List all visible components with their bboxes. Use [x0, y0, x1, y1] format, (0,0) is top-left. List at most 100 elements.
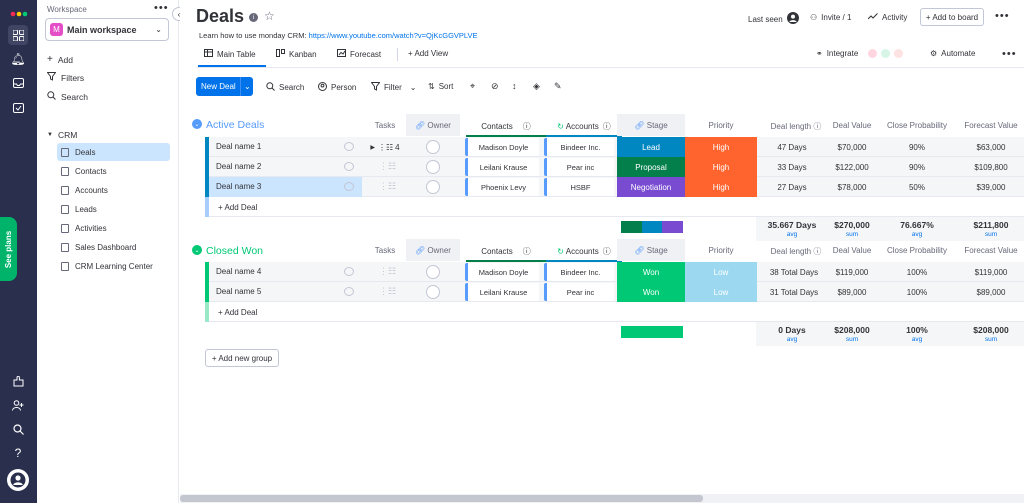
sidebar-item-crm-learning-center[interactable]: CRM Learning Center [57, 257, 170, 275]
deal-length-cell[interactable]: 27 Days [762, 179, 822, 195]
close-prob-cell[interactable]: 50% [880, 179, 954, 195]
forecast-cell[interactable]: $39,000 [958, 179, 1024, 195]
sidebar-item-contacts[interactable]: Contacts [57, 162, 170, 180]
owner-avatar[interactable] [426, 180, 440, 194]
subitems-icon[interactable]: ⋮☷ [379, 286, 396, 297]
stage-status[interactable]: Proposal [617, 157, 685, 177]
more-options-icon[interactable]: ••• [154, 2, 169, 14]
contact-chip[interactable]: Leilani Krause [465, 158, 539, 176]
pin-icon[interactable]: ⌖ [470, 81, 475, 92]
board-title[interactable]: Deals [196, 6, 244, 27]
deal-value-cell[interactable]: $119,000 [826, 264, 878, 280]
group-collapse-icon[interactable]: ⌄ [192, 245, 202, 255]
sort-button[interactable]: ⇅ Sort [428, 82, 453, 91]
priority-status[interactable]: High [685, 157, 757, 177]
stage-status[interactable]: Won [617, 282, 685, 302]
help-icon[interactable]: ? [8, 443, 28, 463]
learn-link[interactable]: https://www.youtube.com/watch?v=QjKcGGVP… [309, 31, 478, 40]
col-header-deal-length[interactable]: Deal length ⓘ [766, 121, 826, 132]
stage-status[interactable]: Won [617, 262, 685, 282]
search-icon[interactable] [8, 419, 28, 439]
item-name[interactable]: Deal name 1 [216, 142, 261, 151]
contact-chip[interactable]: Leilani Krause [465, 283, 539, 301]
search-button[interactable]: Search [266, 82, 304, 93]
col-header-tasks[interactable]: Tasks [365, 246, 405, 255]
col-header-owner[interactable]: 🔗︎ Owner [406, 246, 460, 255]
account-chip[interactable]: Bindeer Inc. [544, 138, 614, 156]
account-chip[interactable]: Pear inc [544, 158, 614, 176]
star-icon[interactable]: ☆ [264, 9, 275, 23]
group-title[interactable]: Active Deals [206, 119, 264, 131]
priority-status[interactable]: High [685, 177, 757, 197]
my-work-icon[interactable] [8, 97, 28, 117]
tab-main-table[interactable]: Main Table [204, 49, 256, 59]
add-new-group-button[interactable]: + Add new group [205, 349, 279, 367]
deal-value-cell[interactable]: $70,000 [826, 139, 878, 155]
automate-button[interactable]: ⚙︎ Automate [930, 49, 975, 58]
subitems-icon[interactable]: ⋮☷ [379, 266, 396, 277]
deal-value-cell[interactable]: $89,000 [826, 284, 878, 300]
edit-icon[interactable]: ✎ [554, 81, 562, 92]
puzzle-icon[interactable] [8, 371, 28, 391]
color-icon[interactable]: ◈ [533, 81, 540, 92]
add-item-row[interactable] [205, 197, 1024, 217]
col-header-priority[interactable]: Priority [685, 246, 757, 255]
apps-grid-icon[interactable] [8, 25, 28, 45]
update-bubble-icon[interactable] [344, 287, 354, 296]
sidebar-item-sales-dashboard[interactable]: Sales Dashboard [57, 238, 170, 256]
group-collapse-icon[interactable]: ⌄ [192, 119, 202, 129]
account-chip[interactable]: HSBF [544, 178, 614, 196]
sidebar-item-leads[interactable]: Leads [57, 200, 170, 218]
deal-value-cell[interactable]: $122,000 [826, 159, 878, 175]
tab-forecast[interactable]: Forecast [337, 49, 381, 59]
sidebar-add[interactable]: + Add [47, 54, 73, 65]
col-header-deal-value[interactable]: Deal Value [826, 246, 878, 255]
priority-status[interactable]: Low [685, 262, 757, 282]
monday-logo[interactable] [9, 2, 29, 22]
item-name[interactable]: Deal name 2 [216, 162, 261, 171]
more-options-icon[interactable]: ••• [1002, 48, 1017, 60]
close-prob-cell[interactable]: 100% [880, 284, 954, 300]
tasks-cell[interactable]: ▶ ⋮☷ 4 [365, 139, 405, 155]
deal-length-cell[interactable]: 31 Total Days [762, 284, 826, 300]
close-prob-cell[interactable]: 100% [880, 264, 954, 280]
contact-chip[interactable]: Phoenix Levy [465, 178, 539, 196]
folder-crm[interactable]: ▼ CRM [47, 130, 77, 140]
invite-button[interactable]: ⚇ Invite / 1 [810, 13, 851, 22]
sidebar-item-accounts[interactable]: Accounts [57, 181, 170, 199]
owner-avatar[interactable] [426, 265, 440, 279]
sidebar-item-activities[interactable]: Activities [57, 219, 170, 237]
forecast-cell[interactable]: $89,000 [958, 284, 1024, 300]
update-bubble-icon[interactable] [344, 142, 354, 151]
see-plans-button[interactable]: See plans [0, 217, 17, 281]
priority-status[interactable]: Low [685, 282, 757, 302]
item-name[interactable]: Deal name 3 [216, 182, 261, 191]
update-bubble-icon[interactable] [344, 182, 354, 191]
bell-icon[interactable]: 🔔︎ [8, 49, 28, 69]
col-header-deal-length[interactable]: Deal length ⓘ [766, 246, 826, 257]
col-header-close-prob[interactable]: Close Probability [880, 121, 954, 130]
last-seen[interactable]: Last seen [748, 12, 799, 26]
sidebar-search[interactable]: Search [47, 91, 88, 102]
stage-status[interactable]: Negotiation [617, 177, 685, 197]
activity-button[interactable]: Activity [867, 13, 907, 22]
owner-avatar[interactable] [426, 140, 440, 154]
more-options-icon[interactable]: ••• [995, 10, 1010, 22]
inbox-icon[interactable] [8, 73, 28, 93]
col-header-contacts[interactable]: Contacts ⓘ [466, 121, 546, 132]
workspace-selector[interactable]: M Main workspace ⌄ [45, 18, 169, 41]
add-to-board-button[interactable]: + Add to board [920, 8, 984, 26]
item-name[interactable]: Deal name 4 [216, 267, 261, 276]
contact-chip[interactable]: Madison Doyle [465, 263, 539, 281]
deal-length-cell[interactable]: 38 Total Days [762, 264, 826, 280]
col-header-tasks[interactable]: Tasks [365, 121, 405, 130]
col-header-close-prob[interactable]: Close Probability [880, 246, 954, 255]
sidebar-item-deals[interactable]: Deals [57, 143, 170, 161]
update-bubble-icon[interactable] [344, 162, 354, 171]
subitems-icon[interactable]: ⋮☷ [379, 181, 396, 192]
col-header-accounts[interactable]: ↻ Accounts ⓘ [546, 246, 622, 257]
info-icon[interactable]: i [249, 13, 258, 22]
add-view-button[interactable]: + Add View [408, 49, 448, 58]
integrate-button[interactable]: ⚭ Integrate [816, 49, 904, 58]
invite-member-icon[interactable] [8, 395, 28, 415]
